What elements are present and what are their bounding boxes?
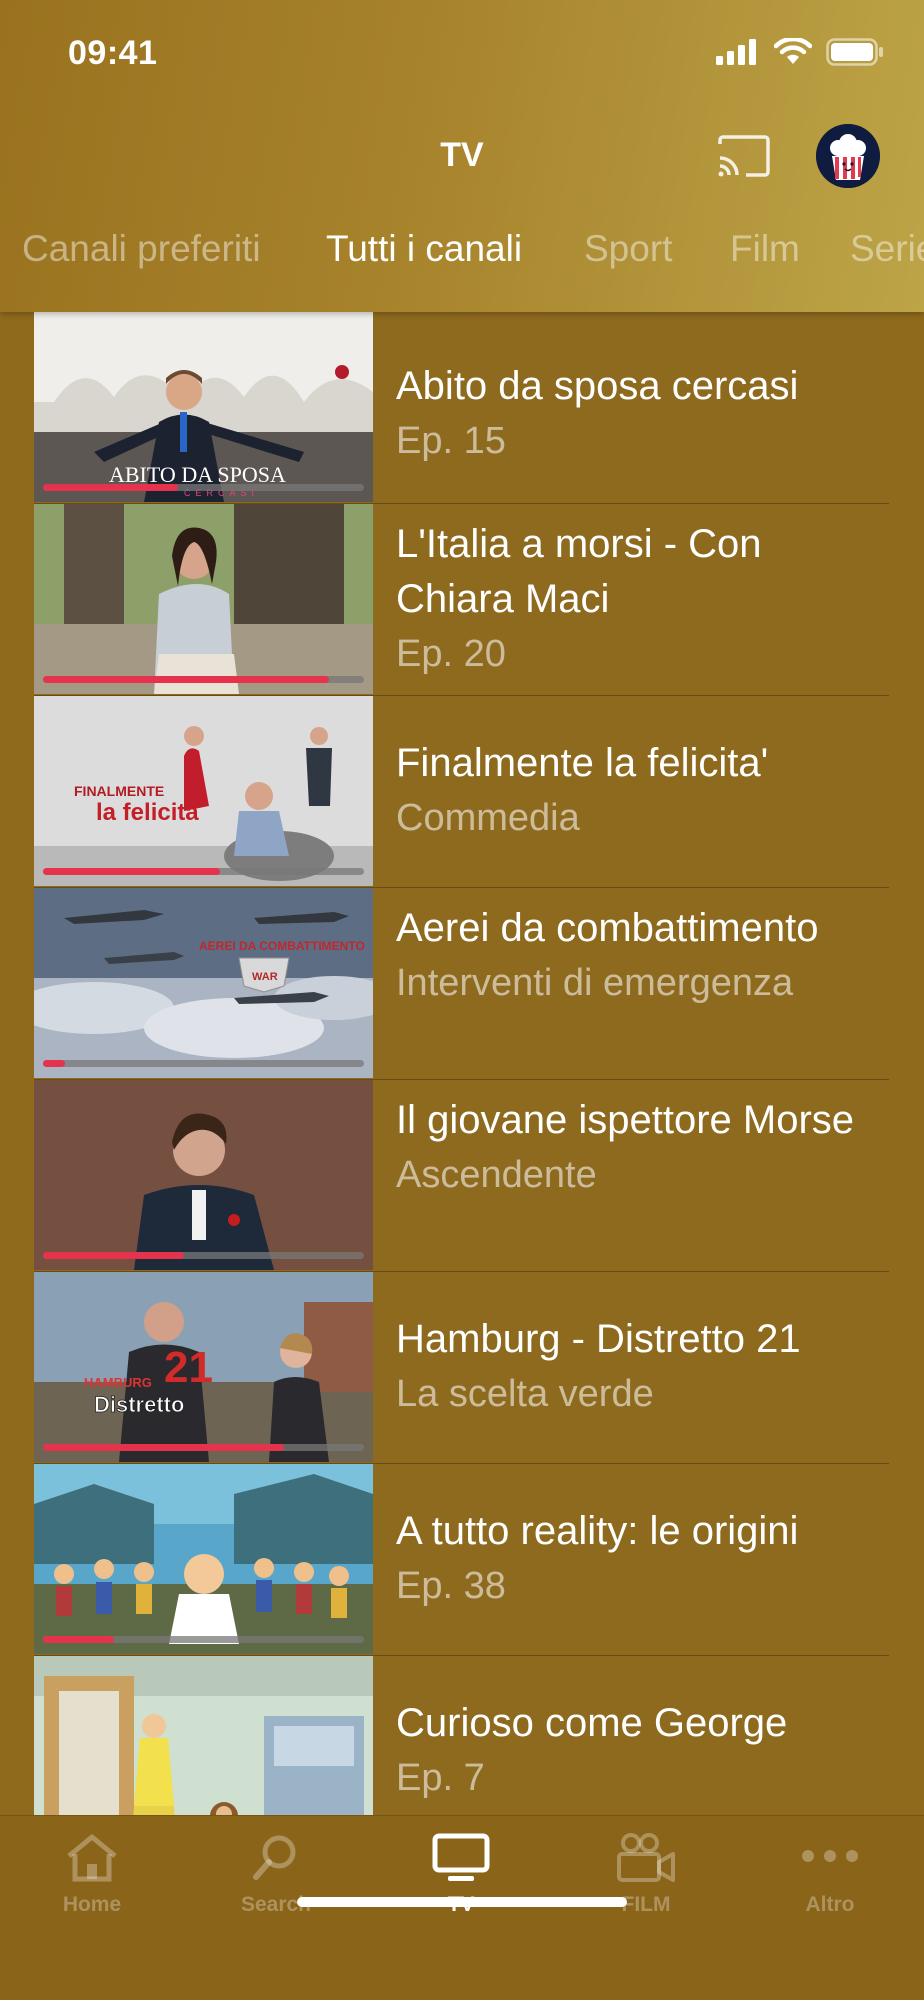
home-indicator[interactable] xyxy=(297,1897,627,1907)
program-info: L'Italia a morsi - Con Chiara Maci Ep. 2… xyxy=(396,504,886,696)
program-title: A tutto reality: le origini xyxy=(396,1509,799,1553)
list-item[interactable]: A tutto reality: le origini Ep. 38 xyxy=(34,1464,889,1656)
program-info: Il giovane ispettore Morse Ascendente xyxy=(396,1080,886,1272)
program-thumbnail xyxy=(34,504,373,694)
list-item[interactable]: HAMBURG Distretto 21 Hamburg - Distretto… xyxy=(34,1272,889,1464)
status-icons xyxy=(716,38,884,66)
film-camera-icon xyxy=(617,1833,675,1882)
list-item[interactable]: ABITO DA SPOSA CERCASI Abito da sposa ce… xyxy=(34,312,889,504)
tabbar-home[interactable]: Home xyxy=(22,1832,162,1917)
svg-text:Distretto: Distretto xyxy=(94,1392,184,1417)
thumbnail-image xyxy=(34,1656,373,1815)
search-icon xyxy=(253,1835,296,1880)
program-title: L'Italia a morsi - Con Chiara Maci xyxy=(396,522,762,621)
watch-progress xyxy=(43,676,364,683)
program-thumbnail: HAMBURG Distretto 21 xyxy=(34,1272,373,1462)
program-thumbnail xyxy=(34,1656,373,1815)
program-subtitle: Ep. 20 xyxy=(396,633,506,675)
status-time: 09:41 xyxy=(68,34,158,72)
watch-progress xyxy=(43,1060,364,1067)
cast-button[interactable] xyxy=(716,134,772,178)
program-thumbnail: ABITO DA SPOSA CERCASI xyxy=(34,312,373,502)
list-item[interactable]: AEREI DA COMBATTIMENTO WAR Aerei da comb… xyxy=(34,888,889,1080)
svg-text:la felicità: la felicità xyxy=(96,799,199,826)
program-info: Aerei da combattimento Interventi di eme… xyxy=(396,888,886,1080)
tab-canali-preferiti[interactable]: Canali preferiti xyxy=(22,228,261,270)
thumbnail-image: AEREI DA COMBATTIMENTO WAR xyxy=(34,888,373,1078)
program-thumbnail xyxy=(34,1080,373,1270)
status-bar: 09:41 xyxy=(0,0,924,110)
watch-progress xyxy=(43,1252,364,1259)
program-subtitle: Ep. 15 xyxy=(396,420,506,462)
tab-film[interactable]: Film xyxy=(730,228,800,270)
thumbnail-image xyxy=(34,504,373,694)
program-thumbnail: FINALMENTE la felicità xyxy=(34,696,373,886)
list-item[interactable]: FINALMENTE la felicità Finalmente la fel… xyxy=(34,696,889,888)
cast-icon xyxy=(718,135,770,177)
program-subtitle: La scelta verde xyxy=(396,1373,654,1415)
page-title: TV xyxy=(440,136,484,174)
program-subtitle: Ascendente xyxy=(396,1154,597,1196)
thumbnail-image: ABITO DA SPOSA CERCASI xyxy=(34,312,373,502)
program-subtitle: Ep. 7 xyxy=(396,1757,485,1799)
channel-tabs: Canali preferiti Tutti i canali Sport Fi… xyxy=(0,228,924,288)
program-info: Abito da sposa cercasi Ep. 15 xyxy=(396,312,886,504)
thumbnail-image xyxy=(34,1464,373,1654)
program-title: Abito da sposa cercasi xyxy=(396,364,799,408)
tv-icon xyxy=(432,1833,490,1881)
app-header: 09:41 TV Canali preferiti Tutti i canali… xyxy=(0,0,924,312)
watch-progress xyxy=(43,868,364,875)
thumbnail-caption: HAMBURG xyxy=(84,1375,152,1390)
tab-tutti-i-canali[interactable]: Tutti i canali xyxy=(326,228,522,270)
program-info: Hamburg - Distretto 21 La scelta verde xyxy=(396,1272,886,1464)
battery-icon xyxy=(826,38,883,66)
program-thumbnail: AEREI DA COMBATTIMENTO WAR xyxy=(34,888,373,1078)
program-thumbnail xyxy=(34,1464,373,1654)
more-icon xyxy=(802,1850,858,1862)
tab-serie[interactable]: Serie xyxy=(850,228,924,270)
program-subtitle: Ep. 38 xyxy=(396,1565,506,1607)
thumbnail-caption: AEREI DA COMBATTIMENTO xyxy=(199,939,365,953)
wifi-icon xyxy=(774,38,812,64)
home-icon xyxy=(67,1834,117,1882)
watch-progress xyxy=(43,1636,364,1643)
profile-avatar[interactable] xyxy=(816,124,880,188)
program-subtitle: Commedia xyxy=(396,797,580,839)
program-title: Aerei da combattimento xyxy=(396,906,819,950)
program-info: A tutto reality: le origini Ep. 38 xyxy=(396,1464,886,1656)
program-title: Finalmente la felicita' xyxy=(396,741,769,785)
tabbar-label: Home xyxy=(62,1893,122,1916)
svg-text:21: 21 xyxy=(164,1343,213,1392)
thumbnail-caption: FINALMENTE xyxy=(74,783,164,799)
popcorn-icon xyxy=(816,124,880,188)
thumbnail-image: HAMBURG Distretto 21 xyxy=(34,1272,373,1462)
tab-sport[interactable]: Sport xyxy=(584,228,672,270)
list-item[interactable]: L'Italia a morsi - Con Chiara Maci Ep. 2… xyxy=(34,504,889,696)
program-subtitle: Interventi di emergenza xyxy=(396,962,794,1004)
list-item[interactable]: Il giovane ispettore Morse Ascendente xyxy=(34,1080,889,1272)
program-info: Finalmente la felicita' Commedia xyxy=(396,696,886,888)
watch-progress xyxy=(43,1444,364,1451)
svg-text:WAR: WAR xyxy=(252,971,278,983)
signal-icon xyxy=(716,39,756,65)
thumbnail-image xyxy=(34,1080,373,1270)
program-title: Il giovane ispettore Morse xyxy=(396,1098,855,1142)
watch-progress xyxy=(43,484,364,491)
list-item[interactable]: Curioso come George Ep. 7 xyxy=(34,1656,889,1815)
program-title: Hamburg - Distretto 21 xyxy=(396,1317,801,1361)
bottom-tab-bar: Home Search TV FILM Altro xyxy=(0,1815,924,2000)
title-row: TV xyxy=(0,120,924,194)
program-info: Curioso come George Ep. 7 xyxy=(396,1656,886,1815)
program-list[interactable]: ABITO DA SPOSA CERCASI Abito da sposa ce… xyxy=(34,312,889,1815)
tabbar-altro[interactable]: Altro xyxy=(760,1832,900,1917)
program-title: Curioso come George xyxy=(396,1701,788,1745)
thumbnail-image: FINALMENTE la felicità xyxy=(34,696,373,886)
tabbar-label: Altro xyxy=(805,1893,855,1916)
